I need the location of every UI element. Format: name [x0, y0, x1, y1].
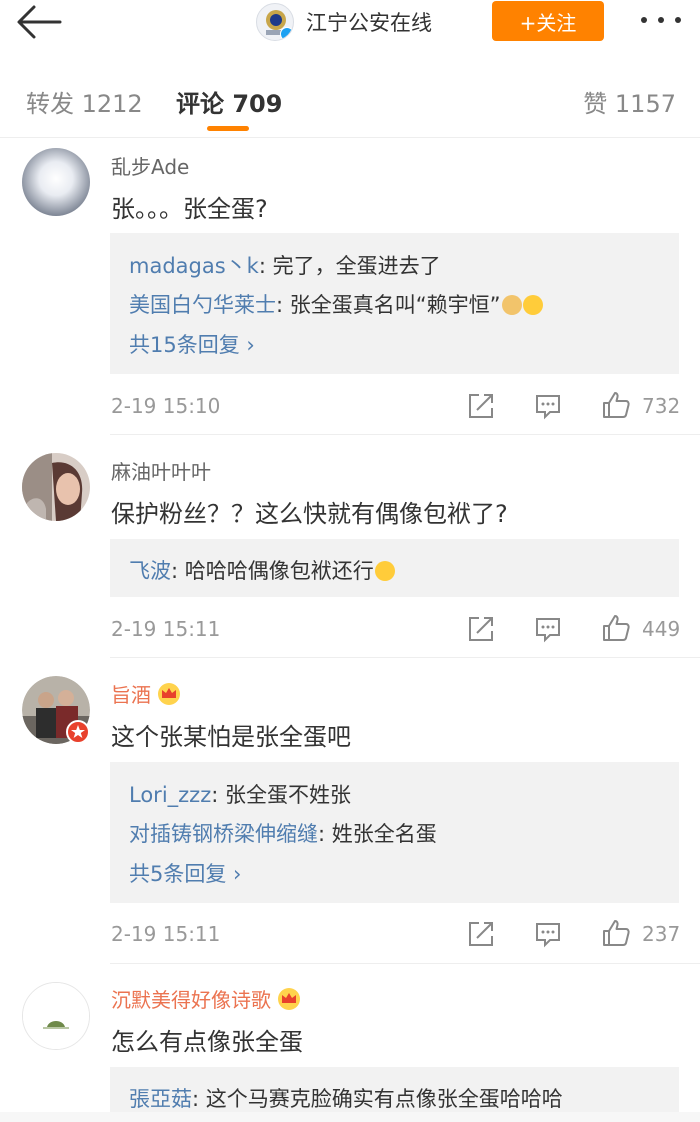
laugh-cry-emoji-icon — [374, 561, 395, 581]
reply-line: Lori_zzz: 张全蛋不姓张 — [129, 779, 351, 809]
reply-box[interactable]: 飞波: 哈哈哈偶像包袱还行 — [110, 539, 679, 597]
comment-username[interactable]: 旨酒 — [111, 679, 181, 708]
follow-button[interactable]: +关注 — [492, 1, 604, 41]
reply-username[interactable]: 美国白勺华莱士 — [129, 293, 276, 317]
active-tab-indicator — [207, 126, 249, 131]
comment-text: 张。。。张全蛋? — [111, 195, 268, 223]
avatar[interactable] — [22, 982, 90, 1050]
divider — [110, 963, 700, 964]
reply-line: 飞波: 哈哈哈偶像包袱还行 — [129, 555, 395, 585]
more-dots-icon[interactable] — [636, 8, 686, 32]
like-count: 237 — [642, 922, 681, 946]
reply-text: : 张全蛋真名叫“赖宇恒” — [276, 293, 501, 317]
tab-repost[interactable]: 转发 1212 — [26, 84, 143, 119]
comment-time: 2-19 15:10 — [111, 394, 221, 418]
reply-line: 对插铸钢桥梁伸缩缝: 姓张全名蛋 — [129, 818, 437, 848]
account-name: 江宁公安在线 — [306, 11, 432, 35]
reply-box[interactable]: 張亞菇: 这个马赛克脸确实有点像张全蛋哈哈哈 — [110, 1067, 679, 1112]
comment-icon[interactable] — [534, 920, 562, 948]
comment-time: 2-19 15:11 — [111, 922, 221, 946]
comment-username[interactable]: 沉默美得好像诗歌 — [111, 984, 301, 1013]
divider — [110, 657, 700, 658]
reply-box[interactable]: madagas丶k: 完了，全蛋进去了 美国白勺华莱士: 张全蛋真名叫“赖宇恒”… — [110, 233, 679, 374]
reply-text: : 完了，全蛋进去了 — [258, 254, 441, 278]
reply-username[interactable]: 張亞菇 — [129, 1087, 192, 1111]
reply-text: : 姓张全名蛋 — [318, 822, 437, 846]
account-header[interactable]: 江宁公安在线 — [256, 0, 432, 44]
reply-box[interactable]: Lori_zzz: 张全蛋不姓张 对插铸钢桥梁伸缩缝: 姓张全名蛋 共5条回复 … — [110, 762, 679, 903]
avatar[interactable] — [22, 453, 90, 521]
reply-line: 張亞菇: 这个马赛克脸确实有点像张全蛋哈哈哈 — [129, 1083, 563, 1113]
share-icon[interactable] — [467, 392, 495, 420]
tab-comment[interactable]: 评论 709 — [176, 84, 282, 119]
vip-crown-icon — [278, 987, 300, 1010]
comment-username[interactable]: 麻油叶叶叶 — [111, 456, 211, 485]
comment-text: 保护粉丝？？这么快就有偶像包袱了? — [111, 500, 508, 528]
reply-text: : 张全蛋不姓张 — [211, 783, 351, 807]
reply-line: 美国白勺华莱士: 张全蛋真名叫“赖宇恒” — [129, 289, 543, 319]
tab-bar: 转发 1212 评论 709 赞 1157 — [0, 60, 700, 138]
top-bar: 江宁公安在线 +关注 — [0, 0, 700, 52]
more-replies-link[interactable]: 共5条回复 › — [129, 858, 241, 888]
reply-line: madagas丶k: 完了，全蛋进去了 — [129, 250, 441, 280]
comment-icon[interactable] — [534, 392, 562, 420]
back-arrow-icon[interactable] — [16, 4, 64, 40]
username-text[interactable]: 旨酒 — [111, 679, 151, 708]
doge-emoji-icon — [501, 295, 522, 315]
like-thumb-icon[interactable] — [601, 918, 631, 948]
comment-text: 怎么有点像张全蛋 — [111, 1028, 303, 1056]
reply-username[interactable]: madagas丶k — [129, 254, 259, 278]
comment-text: 这个张某怕是张全蛋吧 — [111, 723, 351, 751]
reply-username[interactable]: 对插铸钢桥梁伸缩缝 — [129, 822, 318, 846]
reply-username[interactable]: Lori_zzz — [129, 783, 211, 807]
comment-username[interactable]: 乱步Ade — [111, 151, 189, 180]
like-count: 449 — [642, 617, 681, 641]
smile-emoji-icon — [522, 295, 543, 315]
bottom-edge — [0, 1112, 700, 1122]
reply-username[interactable]: 飞波 — [129, 559, 171, 583]
username-text[interactable]: 沉默美得好像诗歌 — [111, 984, 271, 1013]
reply-text: : 哈哈哈偶像包袱还行 — [171, 559, 374, 583]
reply-text: : 这个马赛克脸确实有点像张全蛋哈哈哈 — [192, 1087, 563, 1111]
vip-crown-icon — [158, 682, 180, 705]
like-thumb-icon[interactable] — [601, 613, 631, 643]
share-icon[interactable] — [467, 920, 495, 948]
comment-icon[interactable] — [534, 615, 562, 643]
divider — [110, 434, 700, 435]
more-replies-link[interactable]: 共15条回复 › — [129, 329, 255, 359]
star-badge-icon — [66, 720, 90, 744]
verified-badge-icon — [280, 27, 293, 40]
comment-time: 2-19 15:11 — [111, 617, 221, 641]
like-thumb-icon[interactable] — [601, 390, 631, 420]
avatar[interactable] — [22, 676, 90, 744]
share-icon[interactable] — [467, 615, 495, 643]
account-avatar[interactable] — [256, 3, 294, 41]
tab-like[interactable]: 赞 1157 — [583, 84, 676, 119]
like-count: 732 — [642, 394, 681, 418]
avatar[interactable] — [22, 148, 90, 216]
